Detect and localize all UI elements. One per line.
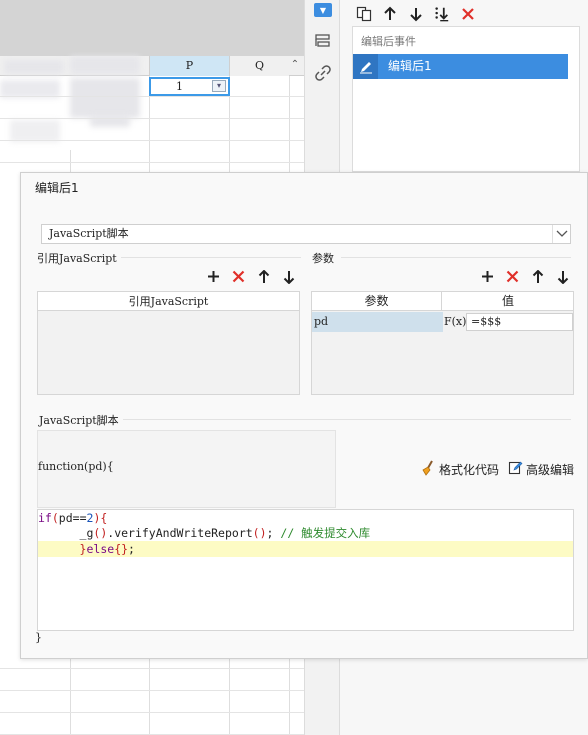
blurred-content (70, 78, 140, 118)
code-token: {} (114, 542, 129, 556)
code-token: ; (266, 526, 281, 540)
function-closing-brace: } (35, 631, 42, 644)
code-token: ; (128, 542, 135, 556)
move-up-icon[interactable] (529, 268, 546, 285)
layers-icon[interactable] (314, 32, 332, 50)
blurred-content (10, 120, 60, 142)
code-comment: // 触发提交入库 (280, 526, 371, 540)
grid-line (0, 162, 304, 163)
blurred-content (70, 56, 140, 74)
code-token: else (86, 542, 115, 556)
param-column-header: 参数 (312, 292, 442, 311)
broom-icon (420, 460, 436, 479)
code-token: ){ (93, 511, 108, 525)
grid-line (0, 668, 304, 669)
move-up-icon[interactable] (382, 5, 398, 23)
event-list-header: 编辑后事件 (361, 35, 416, 48)
formula-fx-icon[interactable]: F(x) (444, 312, 466, 332)
section-divider (121, 419, 571, 420)
move-bottom-icon[interactable] (434, 5, 450, 23)
delete-icon[interactable] (504, 268, 521, 285)
param-table[interactable]: 参数 值 pd F(x) =$$$ (311, 291, 574, 395)
ref-js-column-header: 引用JavaScript (38, 292, 299, 311)
code-editor[interactable]: if(pd==2){ _g().verifyAndWriteReport(); … (37, 509, 574, 631)
event-toolbar (356, 4, 476, 24)
script-section-label: JavaScript脚本 (39, 412, 123, 428)
code-token: .verifyAndWriteReport (107, 526, 253, 540)
event-list-item[interactable]: 编辑后1 (353, 54, 568, 79)
move-up-icon[interactable] (255, 268, 272, 285)
param-table-header: 参数 值 (312, 292, 573, 311)
event-item-label: 编辑后1 (388, 59, 432, 73)
code-token: () (252, 526, 267, 540)
value-column-header: 值 (501, 294, 514, 308)
code-token: pd== (58, 511, 87, 525)
table-row[interactable]: pd F(x) =$$$ (312, 312, 573, 332)
function-signature: function(pd){ (38, 460, 114, 473)
copy-icon[interactable] (356, 5, 372, 23)
param-name-cell[interactable]: pd (312, 312, 443, 332)
code-line: _g().verifyAndWriteReport(); // 触发提交入库 (38, 525, 573, 541)
cell-dropdown-icon[interactable]: ▾ (212, 80, 226, 92)
param-label: 参数 (312, 250, 338, 266)
blurred-content (4, 60, 64, 74)
delete-icon[interactable] (230, 268, 247, 285)
edit-doc-icon (508, 460, 523, 478)
format-code-label: 格式化代码 (439, 463, 500, 477)
edit-pencil-icon (353, 54, 378, 79)
grid-line (0, 712, 304, 713)
move-down-icon[interactable] (280, 268, 297, 285)
ref-js-label: 引用JavaScript (37, 250, 121, 266)
move-down-icon[interactable] (554, 268, 571, 285)
code-line-highlighted: }else{}; (38, 541, 573, 557)
grid-line (0, 690, 304, 691)
advanced-edit-label: 高级编辑 (526, 462, 575, 477)
ref-js-table[interactable]: 引用JavaScript (37, 291, 300, 395)
code-token: () (93, 526, 108, 540)
grid-line (0, 118, 304, 119)
script-type-select[interactable]: JavaScript脚本 (41, 224, 571, 244)
param-toolbar (479, 268, 571, 285)
ref-js-toolbar (205, 268, 297, 285)
scroll-up-icon[interactable]: ⌃ (288, 58, 302, 72)
sheet-inactive-region (0, 0, 304, 56)
code-token: if (38, 511, 52, 525)
code-token: _g (79, 526, 94, 540)
move-down-icon[interactable] (408, 5, 424, 23)
dialog-title: 编辑后1 (35, 181, 79, 195)
param-value-field[interactable]: =$$$ (466, 313, 573, 331)
chevron-down-icon[interactable] (552, 225, 570, 243)
grid-line (0, 140, 304, 141)
link-icon[interactable] (314, 64, 332, 82)
dropdown-widget-icon[interactable]: ▼ (314, 3, 332, 17)
function-header-box: function(pd){ (37, 430, 336, 508)
column-header-q[interactable]: Q (229, 56, 289, 76)
advanced-edit-button[interactable]: 高级编辑 (508, 460, 574, 478)
event-list: 编辑后事件 编辑后1 (352, 26, 580, 172)
delete-icon[interactable] (460, 5, 476, 23)
code-line: if(pd==2){ (38, 510, 573, 526)
code-token: ( (51, 511, 59, 525)
script-type-value: JavaScript脚本 (49, 227, 129, 240)
blurred-content (90, 115, 130, 127)
add-icon[interactable] (479, 268, 496, 285)
column-header-p[interactable]: P (149, 56, 229, 76)
section-divider (111, 257, 301, 258)
section-divider (341, 257, 571, 258)
event-editor-dialog: 编辑后1 JavaScript脚本 引用JavaScript 引用JavaScr… (20, 172, 588, 659)
grid-line (0, 96, 304, 97)
add-icon[interactable] (205, 268, 222, 285)
format-code-button[interactable]: 格式化代码 (420, 460, 499, 479)
